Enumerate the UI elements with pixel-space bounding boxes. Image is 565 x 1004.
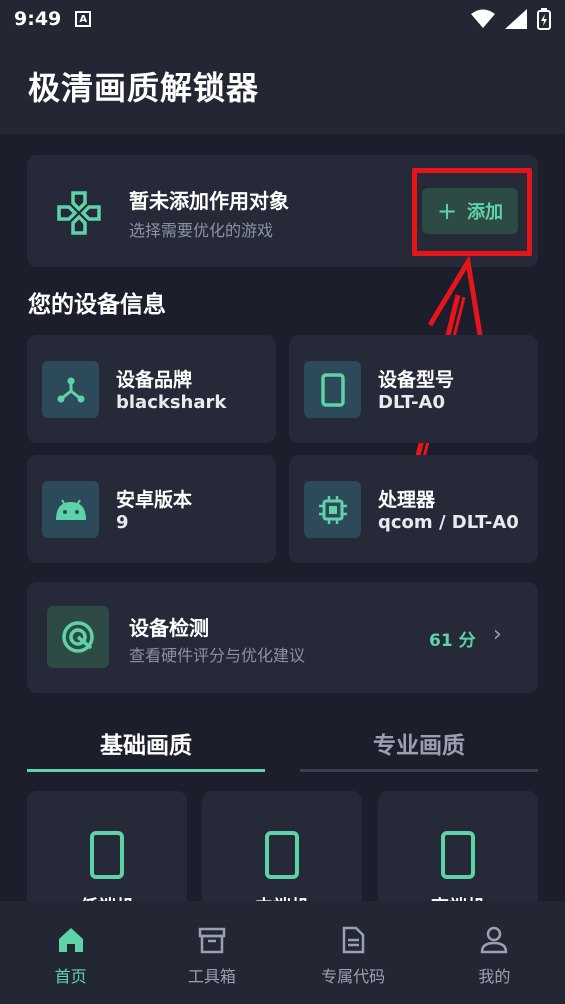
device-info-heading: 您的设备信息	[28, 292, 166, 318]
nav-mine-label: 我的	[478, 967, 511, 986]
nav-toolbox[interactable]: 工具箱	[141, 901, 282, 1004]
detection-subtitle: 查看硬件评分与优化建议	[129, 646, 306, 665]
bottom-navigation: 首页 工具箱 专属代码 我的	[0, 901, 565, 1004]
chevron-right-icon: ›	[493, 622, 502, 647]
processor-card: 处理器 qcom / DLT-A0	[289, 455, 538, 563]
device-brand-label: 设备品牌	[116, 369, 193, 391]
chip-icon	[318, 495, 347, 524]
target-subtitle: 选择需要优化的游戏	[129, 221, 274, 240]
tab-basic-label: 基础画质	[100, 733, 192, 759]
tab-pro-quality[interactable]: 专业画质	[300, 726, 538, 772]
android-version-label: 安卓版本	[116, 489, 193, 511]
phone-icon	[441, 831, 475, 879]
home-icon	[58, 928, 83, 952]
device-detection-card[interactable]: 设备检测 查看硬件评分与优化建议 61 分 ›	[27, 582, 538, 693]
nav-toolbox-label: 工具箱	[187, 967, 236, 986]
android-icon	[55, 498, 86, 520]
status-bar: 9:49 A	[0, 0, 565, 38]
notification-a-icon: A	[75, 11, 92, 27]
android-version-card: 安卓版本 9	[27, 455, 276, 563]
device-model-card: 设备型号 DLT-A0	[289, 335, 538, 443]
device-score: 61 分	[429, 631, 476, 651]
signal-icon	[505, 9, 527, 29]
phone-icon	[320, 372, 345, 407]
tab-pro-label: 专业画质	[373, 733, 465, 759]
battery-icon	[537, 8, 551, 30]
phone-icon	[265, 831, 299, 879]
target-title: 暂未添加作用对象	[129, 189, 289, 213]
status-icons	[471, 8, 551, 30]
app-header: 极清画质解锁器	[0, 38, 565, 134]
device-brand-card: 设备品牌 blackshark	[27, 335, 276, 443]
document-icon	[342, 926, 365, 954]
tab-divider	[300, 769, 538, 772]
tab-basic-quality[interactable]: 基础画质	[27, 726, 265, 772]
device-brand-value: blackshark	[116, 392, 227, 413]
processor-value: qcom / DLT-A0	[378, 512, 519, 533]
nav-exclusive-code-label: 专属代码	[321, 967, 386, 986]
user-icon	[481, 926, 508, 954]
status-time: 9:49	[14, 8, 62, 30]
detection-title: 设备检测	[129, 616, 209, 640]
share-hub-icon	[57, 377, 84, 402]
tab-indicator	[27, 769, 265, 772]
android-version-value: 9	[116, 512, 129, 533]
device-model-value: DLT-A0	[378, 392, 445, 413]
page-title: 极清画质解锁器	[28, 69, 260, 107]
gamepad-icon	[57, 191, 101, 235]
archive-box-icon	[198, 927, 226, 954]
nav-home-label: 首页	[54, 967, 87, 986]
phone-icon	[90, 831, 124, 879]
radar-target-icon	[62, 621, 94, 653]
nav-home[interactable]: 首页	[0, 901, 141, 1004]
nav-mine[interactable]: 我的	[424, 901, 565, 1004]
nav-exclusive-code[interactable]: 专属代码	[283, 901, 424, 1004]
device-model-label: 设备型号	[378, 369, 455, 391]
wifi-icon	[471, 9, 495, 28]
processor-label: 处理器	[378, 489, 436, 511]
